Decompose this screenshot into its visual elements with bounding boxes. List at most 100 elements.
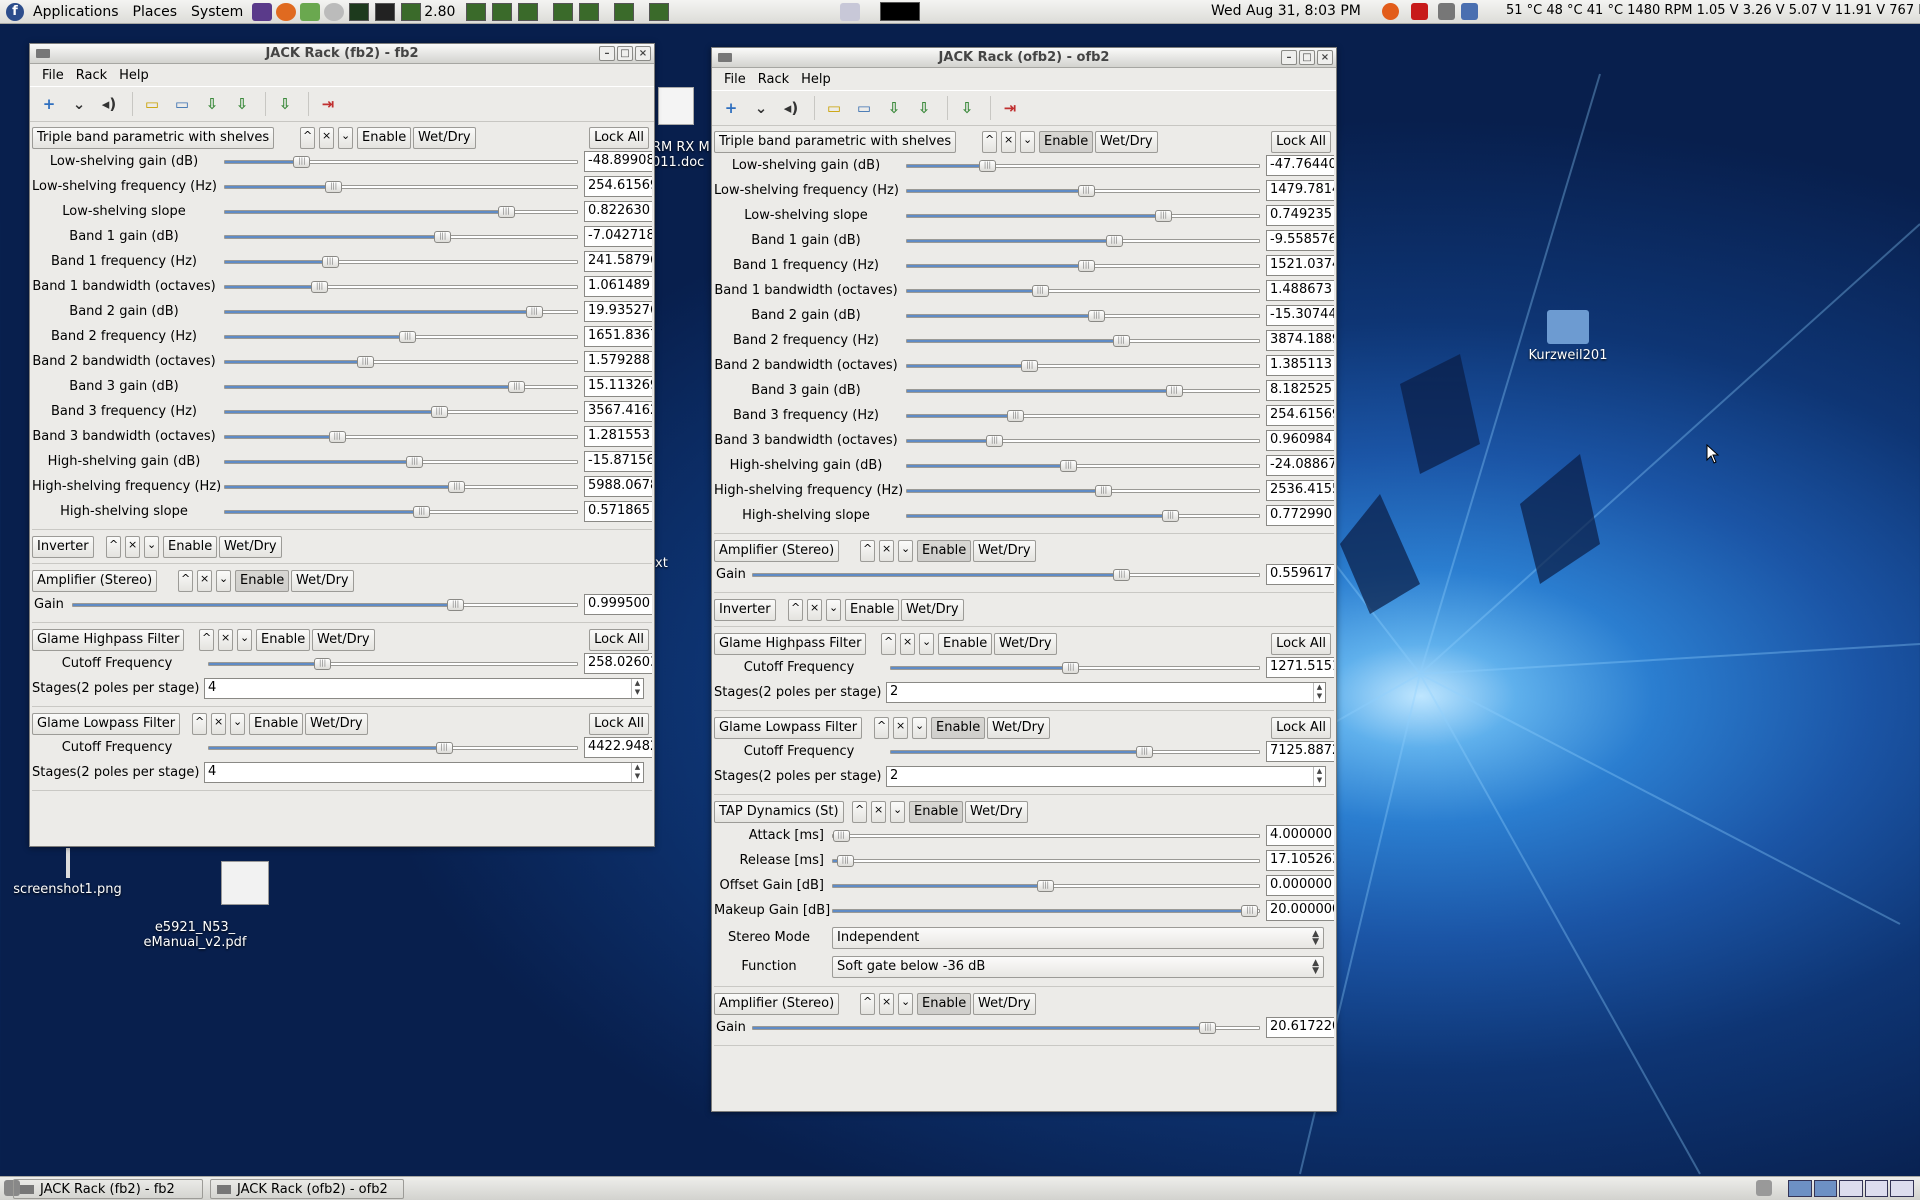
slider-handle[interactable]: ||| [1077,260,1095,272]
value-input[interactable]: 1479.7814 [1266,180,1334,201]
save-icon[interactable]: ⇩ [199,91,225,117]
wet-dry-toggle[interactable]: Wet/Dry [987,717,1050,739]
slider-trough[interactable]: ||| [224,156,578,168]
menu-help[interactable]: Help [113,68,155,83]
enable-toggle[interactable]: Enable [256,629,311,651]
lock-all-toggle[interactable]: Lock All [1271,717,1331,739]
remove-button[interactable]: × [125,536,140,558]
move-up-button[interactable]: ^ [860,540,875,562]
slider-trough[interactable]: ||| [224,306,578,318]
slider-trough[interactable]: ||| [224,381,578,393]
slider-trough[interactable]: ||| [890,746,1260,758]
slider-handle[interactable]: ||| [978,160,996,172]
move-up-button[interactable]: ^ [106,536,121,558]
slider-handle[interactable]: ||| [435,742,453,754]
plugin-name-button[interactable]: Triple band parametric with shelves [714,131,957,153]
move-down-button[interactable]: ⌄ [898,540,913,562]
value-input[interactable]: 20.617220 [1266,1017,1334,1038]
slider-handle[interactable]: ||| [497,206,515,218]
open-rack-icon[interactable]: ▭ [169,91,195,117]
slider-trough[interactable]: ||| [906,460,1260,472]
fedora-logo-icon[interactable]: f [6,2,24,21]
value-input[interactable]: 254.61569 [584,176,652,197]
combo-box[interactable]: Independent ▲ ▼ [832,927,1324,949]
spin-arrows-icon[interactable]: ▲ ▼ [631,679,643,698]
move-down-button[interactable]: ⌄ [890,801,905,823]
move-up-button[interactable]: ^ [881,633,896,655]
value-input[interactable]: -47.76440 [1266,155,1334,176]
enable-toggle[interactable]: Enable [909,801,964,823]
plugin-name-button[interactable]: Inverter [714,599,776,621]
move-up-button[interactable]: ^ [860,993,875,1015]
terminal-icon[interactable] [375,2,396,21]
stages-spinbutton[interactable]: 4 ▲ ▼ [204,678,644,699]
slider-handle[interactable]: ||| [525,306,543,318]
slider-trough[interactable]: ||| [224,231,578,243]
enable-toggle[interactable]: Enable [845,599,900,621]
slider-trough[interactable]: ||| [208,742,578,754]
slider-trough[interactable]: ||| [224,356,578,368]
plugin-name-button[interactable]: Amplifier (Stereo) [32,570,158,592]
slider-handle[interactable]: ||| [325,181,343,193]
system-monitor-icon[interactable] [349,2,370,21]
clock[interactable]: Wed Aug 31, 8:03 PM [1211,3,1361,19]
value-input[interactable]: 4.000000 [1266,825,1334,846]
quit-icon[interactable]: ⇥ [997,95,1023,121]
enable-toggle[interactable]: Enable [1039,131,1094,153]
value-input[interactable]: 19.935276 [584,301,652,322]
slider-trough[interactable]: ||| [224,506,578,518]
slider-trough[interactable]: ||| [906,285,1260,297]
enable-toggle[interactable]: Enable [249,713,304,735]
new-rack-icon[interactable]: ▭ [139,91,165,117]
move-up-button[interactable]: ^ [199,629,214,651]
slider-trough[interactable]: ||| [752,569,1260,581]
slider-trough[interactable]: ||| [224,331,578,343]
slider-handle[interactable]: ||| [406,456,424,468]
applications-menu[interactable]: Applications [26,4,126,20]
network-manager-icon[interactable] [1461,3,1478,20]
channels-icon[interactable]: ◂) [778,95,804,121]
wet-dry-toggle[interactable]: Wet/Dry [413,127,476,149]
remove-button[interactable]: × [879,993,894,1015]
close-button[interactable]: × [1317,50,1333,65]
enable-toggle[interactable]: Enable [357,127,412,149]
slider-trough[interactable]: ||| [224,256,578,268]
plugin-name-button[interactable]: Amplifier (Stereo) [714,540,840,562]
value-input[interactable]: 1.488673 [1266,280,1334,301]
value-input[interactable]: 20.000000 [1266,900,1334,921]
slider-trough[interactable]: ||| [832,905,1260,917]
wet-dry-toggle[interactable]: Wet/Dry [305,713,368,735]
slider-trough[interactable]: ||| [906,410,1260,422]
network-icon[interactable] [324,2,345,21]
export-icon[interactable]: ⇩ [954,95,980,121]
save-as-icon[interactable]: ⇩ [229,91,255,117]
spin-arrows-icon[interactable]: ▲ ▼ [1313,683,1325,702]
channels-icon[interactable]: ◂) [96,91,122,117]
slider-handle[interactable]: ||| [508,381,526,393]
remove-button[interactable]: × [879,540,894,562]
remove-button[interactable]: × [900,633,915,655]
value-input[interactable]: 4422.9482 [584,737,652,758]
desktop-folder-kurzweil[interactable]: Kurzweil201 [1528,310,1608,363]
slider-handle[interactable]: ||| [1095,485,1113,497]
wet-dry-toggle[interactable]: Wet/Dry [973,540,1036,562]
slider-trough[interactable]: ||| [906,385,1260,397]
lock-all-toggle[interactable]: Lock All [589,713,649,735]
slider-trough[interactable]: ||| [224,456,578,468]
minimize-button[interactable]: – [599,46,615,61]
slider-handle[interactable]: ||| [430,406,448,418]
spin-arrows-icon[interactable]: ▲ ▼ [1313,767,1325,786]
value-input[interactable]: 0.571865 [584,501,652,522]
slider-trough[interactable]: ||| [906,235,1260,247]
slider-handle[interactable]: ||| [986,435,1003,447]
move-down-button[interactable]: ⌄ [237,629,252,651]
move-down-button[interactable]: ⌄ [898,993,913,1015]
slider-handle[interactable]: ||| [1241,905,1259,917]
window-titlebar[interactable]: JACK Rack (fb2) - fb2 – □ × [30,44,654,64]
quit-icon[interactable]: ⇥ [315,91,341,117]
value-input[interactable]: 7125.8872 [1266,741,1334,762]
taskbar-item-fb2[interactable]: JACK Rack (fb2) - fb2 [13,1179,203,1199]
value-input[interactable]: 0.772990 [1266,505,1334,526]
move-down-button[interactable]: ⌄ [338,127,353,149]
move-up-button[interactable]: ^ [852,801,867,823]
